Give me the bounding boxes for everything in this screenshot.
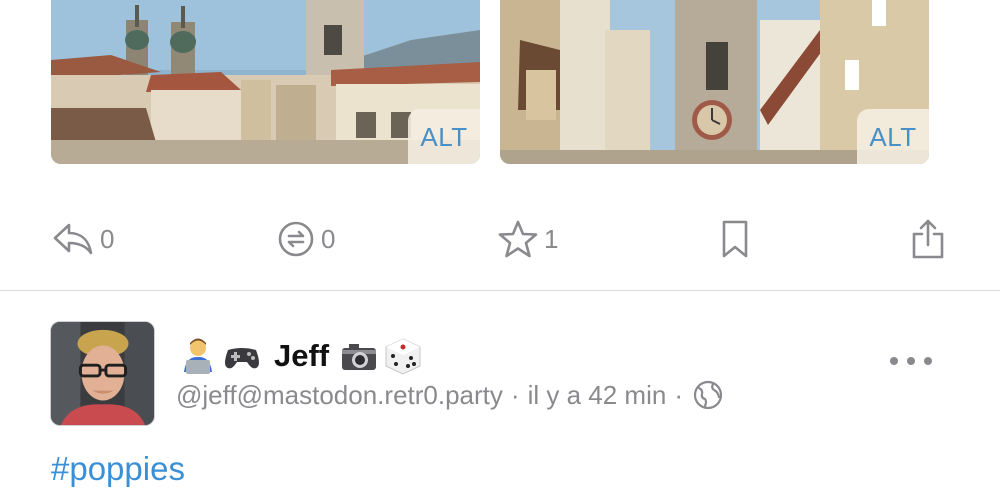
share-icon [912,219,944,259]
avatar[interactable] [50,321,155,426]
avatar-photo [51,322,154,425]
alt-badge[interactable]: ALT [857,109,929,164]
alt-badge[interactable]: ALT [408,109,480,164]
reply-count: 0 [100,223,115,254]
dot [890,357,898,365]
hashtag-link[interactable]: #poppies [51,450,185,488]
post-timestamp[interactable]: il y a 42 min [528,380,667,411]
boost-icon [278,221,314,257]
star-icon [498,220,538,258]
globe-icon [693,380,723,410]
dot [924,357,932,365]
media-attachment-2[interactable]: ALT [500,0,929,164]
post-divider [0,290,1000,291]
die-emoji [383,336,423,376]
author-meta: @jeff@mastodon.retr0.party · il y a 42 m… [176,377,723,413]
favourite-button[interactable]: 1 [498,218,558,260]
camera-emoji [339,336,379,376]
game-controller-emoji [222,336,262,376]
reply-icon [53,223,93,255]
display-name[interactable]: Jeff [274,338,329,374]
reply-button[interactable]: 0 [52,218,114,260]
share-button[interactable] [910,218,946,260]
favourite-count: 1 [544,223,559,254]
meta-separator: · [510,379,520,410]
more-options-button[interactable] [890,352,932,370]
bookmark-icon [722,220,748,258]
media-attachment-1[interactable]: ALT [51,0,480,164]
dot [907,357,915,365]
author-name-row[interactable]: Jeff [178,334,427,378]
author-handle[interactable]: @jeff@mastodon.retr0.party [176,380,503,411]
bookmark-button[interactable] [721,218,749,260]
boost-button[interactable]: 0 [277,218,335,260]
meta-separator: · [674,379,683,410]
technologist-emoji [178,336,218,376]
boost-count: 0 [321,223,336,254]
